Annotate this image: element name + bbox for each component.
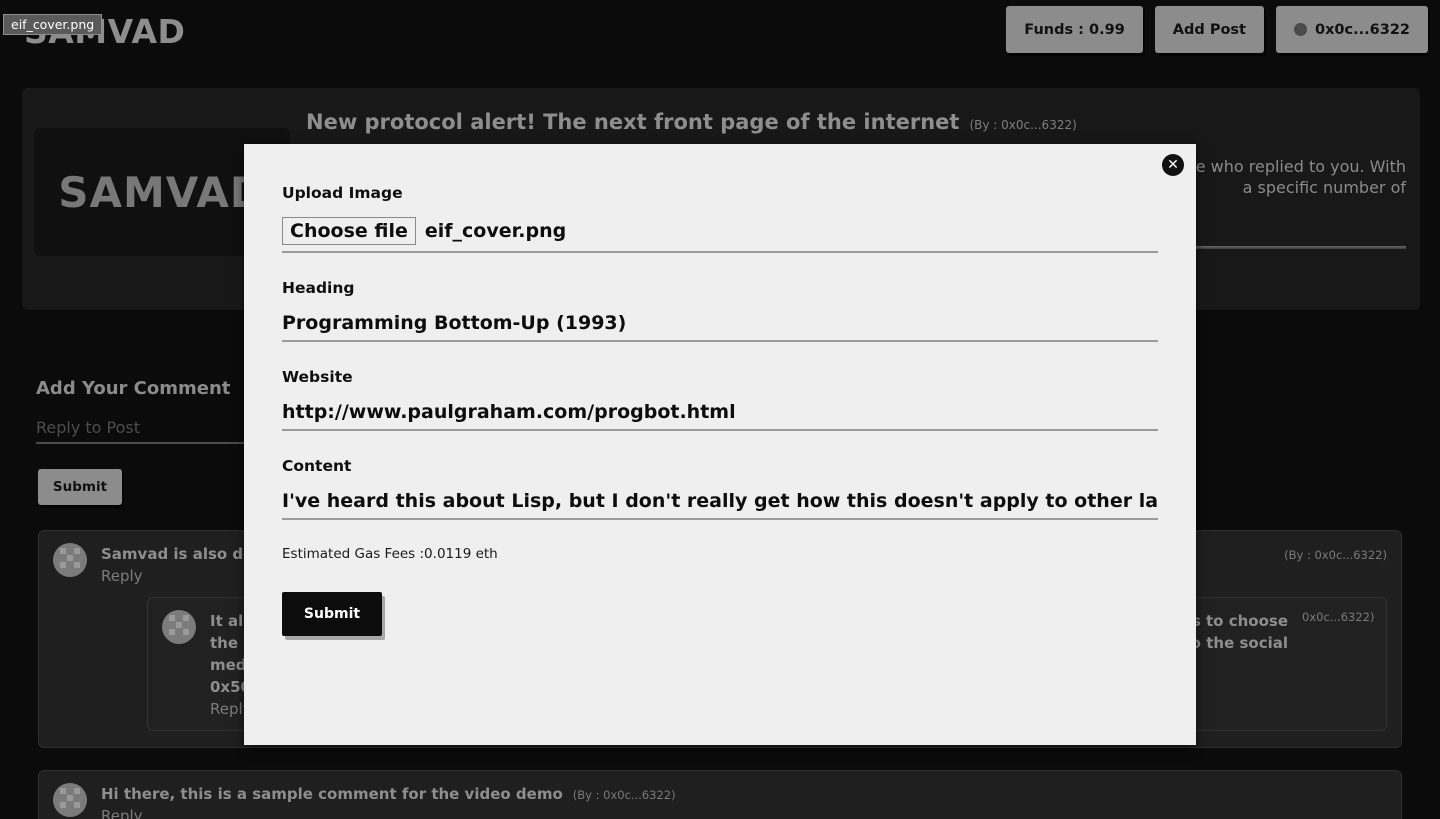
- comment-author: (By : 0x0c...6322): [1284, 548, 1387, 562]
- add-post-modal: ✕ Upload Image Choose file eif_cover.png…: [244, 144, 1196, 745]
- heading-label: Heading: [282, 279, 355, 297]
- avatar: [53, 783, 87, 817]
- comment-reply-link[interactable]: Reply: [101, 807, 1387, 819]
- heading-input[interactable]: [282, 312, 1158, 334]
- close-icon[interactable]: ✕: [1162, 154, 1184, 176]
- post-header: New protocol alert! The next front page …: [306, 110, 1077, 134]
- funds-label: Funds : 0.99: [1024, 21, 1125, 38]
- comment-submit-button[interactable]: Submit: [38, 469, 122, 505]
- modal-submit-button[interactable]: Submit: [282, 592, 382, 636]
- app-root: SAMVAD Funds : 0.99 Add Post 0x0c...6322…: [0, 0, 1440, 819]
- comment-item-2: Hi there, this is a sample comment for t…: [38, 770, 1402, 819]
- post-author: (By : 0x0c...6322): [969, 118, 1077, 132]
- post-cover-text: SAMVAD: [58, 167, 266, 217]
- add-post-label: Add Post: [1172, 21, 1246, 38]
- avatar: [162, 610, 196, 644]
- post-title: New protocol alert! The next front page …: [306, 110, 960, 134]
- top-bar-actions: Funds : 0.99 Add Post 0x0c...6322: [1006, 6, 1428, 53]
- avatar: [53, 543, 87, 577]
- wallet-dot-icon: [1293, 23, 1307, 36]
- website-label: Website: [282, 368, 353, 386]
- website-field: Website: [282, 368, 1158, 431]
- content-field: Content: [282, 457, 1158, 520]
- modal-body: Upload Image Choose file eif_cover.png H…: [244, 144, 1196, 636]
- comment-author: (By : 0x0c...6322): [572, 788, 676, 802]
- add-post-button[interactable]: Add Post: [1154, 6, 1264, 53]
- website-input[interactable]: [282, 401, 1158, 423]
- estimated-gas-fees: Estimated Gas Fees :0.0119 eth: [282, 546, 498, 562]
- chosen-filename: eif_cover.png: [424, 220, 567, 242]
- nested-comment-author: 0x0c...6322): [1302, 610, 1375, 624]
- choose-file-button[interactable]: Choose file: [282, 217, 416, 245]
- content-label: Content: [282, 457, 352, 475]
- wallet-button[interactable]: 0x0c...6322: [1275, 6, 1428, 53]
- funds-button[interactable]: Funds : 0.99: [1006, 6, 1143, 53]
- comment-text: Hi there, this is a sample comment for t…: [101, 785, 563, 803]
- content-input[interactable]: [282, 490, 1158, 512]
- add-comment-heading: Add Your Comment: [36, 378, 231, 399]
- wallet-address-label: 0x0c...6322: [1314, 21, 1410, 38]
- upload-image-field: Upload Image Choose file eif_cover.png: [282, 184, 1158, 253]
- top-bar: SAMVAD Funds : 0.99 Add Post 0x0c...6322: [0, 0, 1440, 60]
- heading-field: Heading: [282, 279, 1158, 342]
- upload-image-label: Upload Image: [282, 184, 403, 202]
- drag-file-tooltip: eif_cover.png: [3, 14, 103, 35]
